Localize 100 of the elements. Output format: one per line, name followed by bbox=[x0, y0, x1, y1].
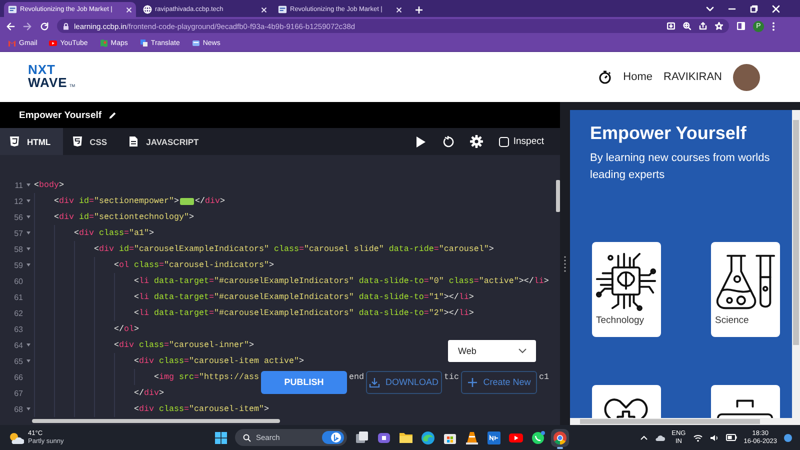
video-play-icon[interactable] bbox=[509, 430, 523, 444]
logo-text: WAVE bbox=[28, 76, 68, 88]
chevron-down-icon[interactable] bbox=[706, 4, 714, 12]
plus-icon[interactable] bbox=[415, 6, 423, 14]
code-line: <div class="a1"> bbox=[74, 228, 154, 238]
fold-arrow-icon[interactable] bbox=[26, 359, 31, 363]
line-number: 57 bbox=[13, 228, 23, 238]
download-button[interactable]: DOWNLOAD bbox=[366, 370, 442, 394]
page-heading: Empower Yourself bbox=[590, 122, 748, 144]
close-icon[interactable] bbox=[126, 6, 132, 12]
publish-button[interactable]: PUBLISH bbox=[260, 370, 347, 394]
side-panel-icon[interactable] bbox=[737, 22, 745, 30]
html-shield-icon bbox=[9, 136, 20, 147]
scrollbar[interactable] bbox=[556, 180, 560, 212]
reset-icon[interactable] bbox=[442, 136, 454, 148]
pencil-icon[interactable] bbox=[108, 110, 117, 120]
task-view-icon[interactable] bbox=[355, 430, 369, 444]
download-icon bbox=[369, 376, 380, 388]
sun-cloud-icon bbox=[8, 430, 24, 444]
fold-arrow-icon[interactable] bbox=[26, 263, 31, 267]
logo-text: NXT bbox=[28, 62, 56, 76]
code-line: <body> bbox=[34, 180, 64, 190]
play-icon[interactable] bbox=[416, 136, 426, 148]
plus-icon bbox=[467, 376, 478, 388]
fold-arrow-icon[interactable] bbox=[26, 407, 31, 411]
stopwatch-icon[interactable] bbox=[598, 70, 612, 84]
app-tile-icon[interactable] bbox=[487, 430, 501, 444]
line-number: 66 bbox=[13, 372, 23, 382]
wave-logo-icon[interactable] bbox=[421, 430, 435, 444]
globe-icon bbox=[143, 5, 152, 14]
mail-icon bbox=[8, 39, 16, 47]
more-menu-icon[interactable] bbox=[772, 22, 775, 30]
traffic-cone-icon[interactable] bbox=[465, 430, 479, 444]
wifi-icon[interactable] bbox=[692, 434, 703, 442]
fold-arrow-icon[interactable] bbox=[26, 215, 31, 219]
line-number: 64 bbox=[13, 340, 23, 350]
line-number: 61 bbox=[13, 292, 23, 302]
home-link[interactable]: Home bbox=[623, 71, 653, 83]
line-number: 58 bbox=[13, 244, 23, 254]
windows-logo-icon[interactable] bbox=[215, 432, 227, 444]
card-label: Science bbox=[715, 315, 750, 326]
close-icon[interactable] bbox=[396, 6, 402, 12]
code-line: </ol> bbox=[114, 324, 139, 334]
back-arrow-icon[interactable] bbox=[6, 22, 15, 30]
speaker-icon[interactable] bbox=[710, 434, 719, 442]
fold-arrow-icon[interactable] bbox=[26, 231, 31, 235]
reload-icon[interactable] bbox=[40, 22, 49, 30]
code-line: <li data-target="#carouselExampleIndicators" data-slide-to="1"></li> bbox=[134, 292, 474, 302]
scrollbar[interactable] bbox=[792, 110, 800, 418]
settings-icon[interactable] bbox=[470, 135, 484, 148]
fold-arrow-icon[interactable] bbox=[26, 343, 31, 347]
editor-tab[interactable]: HTML bbox=[0, 128, 63, 155]
fold-arrow-icon[interactable] bbox=[26, 183, 31, 187]
star-icon[interactable] bbox=[715, 22, 723, 30]
fold-arrow-icon[interactable] bbox=[26, 199, 31, 203]
category-card[interactable]: Technology bbox=[592, 242, 661, 337]
format-select[interactable]: Web bbox=[448, 340, 536, 362]
circuit-brain-icon bbox=[595, 250, 657, 312]
line-number: 11 bbox=[14, 180, 23, 190]
install-icon[interactable] bbox=[667, 22, 675, 30]
folded-code-marker[interactable] bbox=[180, 198, 194, 204]
folder-icon[interactable] bbox=[399, 430, 413, 444]
restore-icon[interactable] bbox=[750, 4, 758, 12]
code-line: <div class="carousel-inner"> bbox=[114, 340, 254, 350]
create-new-button[interactable]: Create New bbox=[460, 370, 537, 394]
chrome-logo-icon[interactable] bbox=[553, 430, 567, 444]
code-fragment: end bbox=[348, 372, 364, 382]
fold-arrow-icon[interactable] bbox=[26, 247, 31, 251]
code-line: <div id="sectiontechnology"> bbox=[54, 212, 194, 222]
share-icon[interactable] bbox=[699, 22, 707, 30]
chevron-up-icon[interactable] bbox=[640, 434, 648, 442]
username: RAVIKIRAN bbox=[664, 71, 722, 83]
inspect-checkbox[interactable]: Inspect bbox=[499, 136, 544, 147]
editor-tab[interactable]: JAVASCRIPT bbox=[119, 128, 211, 155]
notification-badge[interactable] bbox=[784, 434, 792, 442]
video-call-icon[interactable] bbox=[377, 430, 391, 444]
line-number: 56 bbox=[13, 212, 23, 222]
avatar[interactable] bbox=[733, 64, 760, 90]
close-icon[interactable] bbox=[261, 6, 267, 12]
line-number: 63 bbox=[13, 324, 23, 334]
scrollbar[interactable] bbox=[32, 419, 280, 423]
map-pin-icon bbox=[100, 39, 108, 47]
chevron-down-icon bbox=[518, 348, 527, 354]
scrollbar[interactable] bbox=[570, 418, 800, 425]
card-label: Technology bbox=[596, 315, 646, 326]
code-fragment: c1 bbox=[538, 372, 549, 382]
editor-tab[interactable]: CSS bbox=[62, 128, 120, 155]
search-icon bbox=[243, 434, 251, 442]
cloud-icon[interactable] bbox=[654, 434, 665, 442]
battery-icon[interactable] bbox=[726, 434, 737, 441]
chat-bubble-icon[interactable] bbox=[531, 430, 545, 444]
code-line: <div id="carouselExampleIndicators" class="carousel slide" data-ride="carousel"> bbox=[94, 244, 494, 254]
page-subtitle: By learning new courses from worlds leading experts bbox=[590, 151, 771, 183]
zoom-icon[interactable] bbox=[683, 22, 691, 30]
line-number: 62 bbox=[13, 308, 23, 318]
forward-arrow-icon[interactable] bbox=[23, 22, 32, 30]
code-line: <div class="carousel-item active"> bbox=[134, 356, 304, 366]
code-line: <div class="carousel-item"> bbox=[134, 404, 269, 414]
category-card[interactable]: Science bbox=[711, 242, 780, 337]
code-fragment: <div id="sectionempower"> bbox=[54, 196, 179, 206]
